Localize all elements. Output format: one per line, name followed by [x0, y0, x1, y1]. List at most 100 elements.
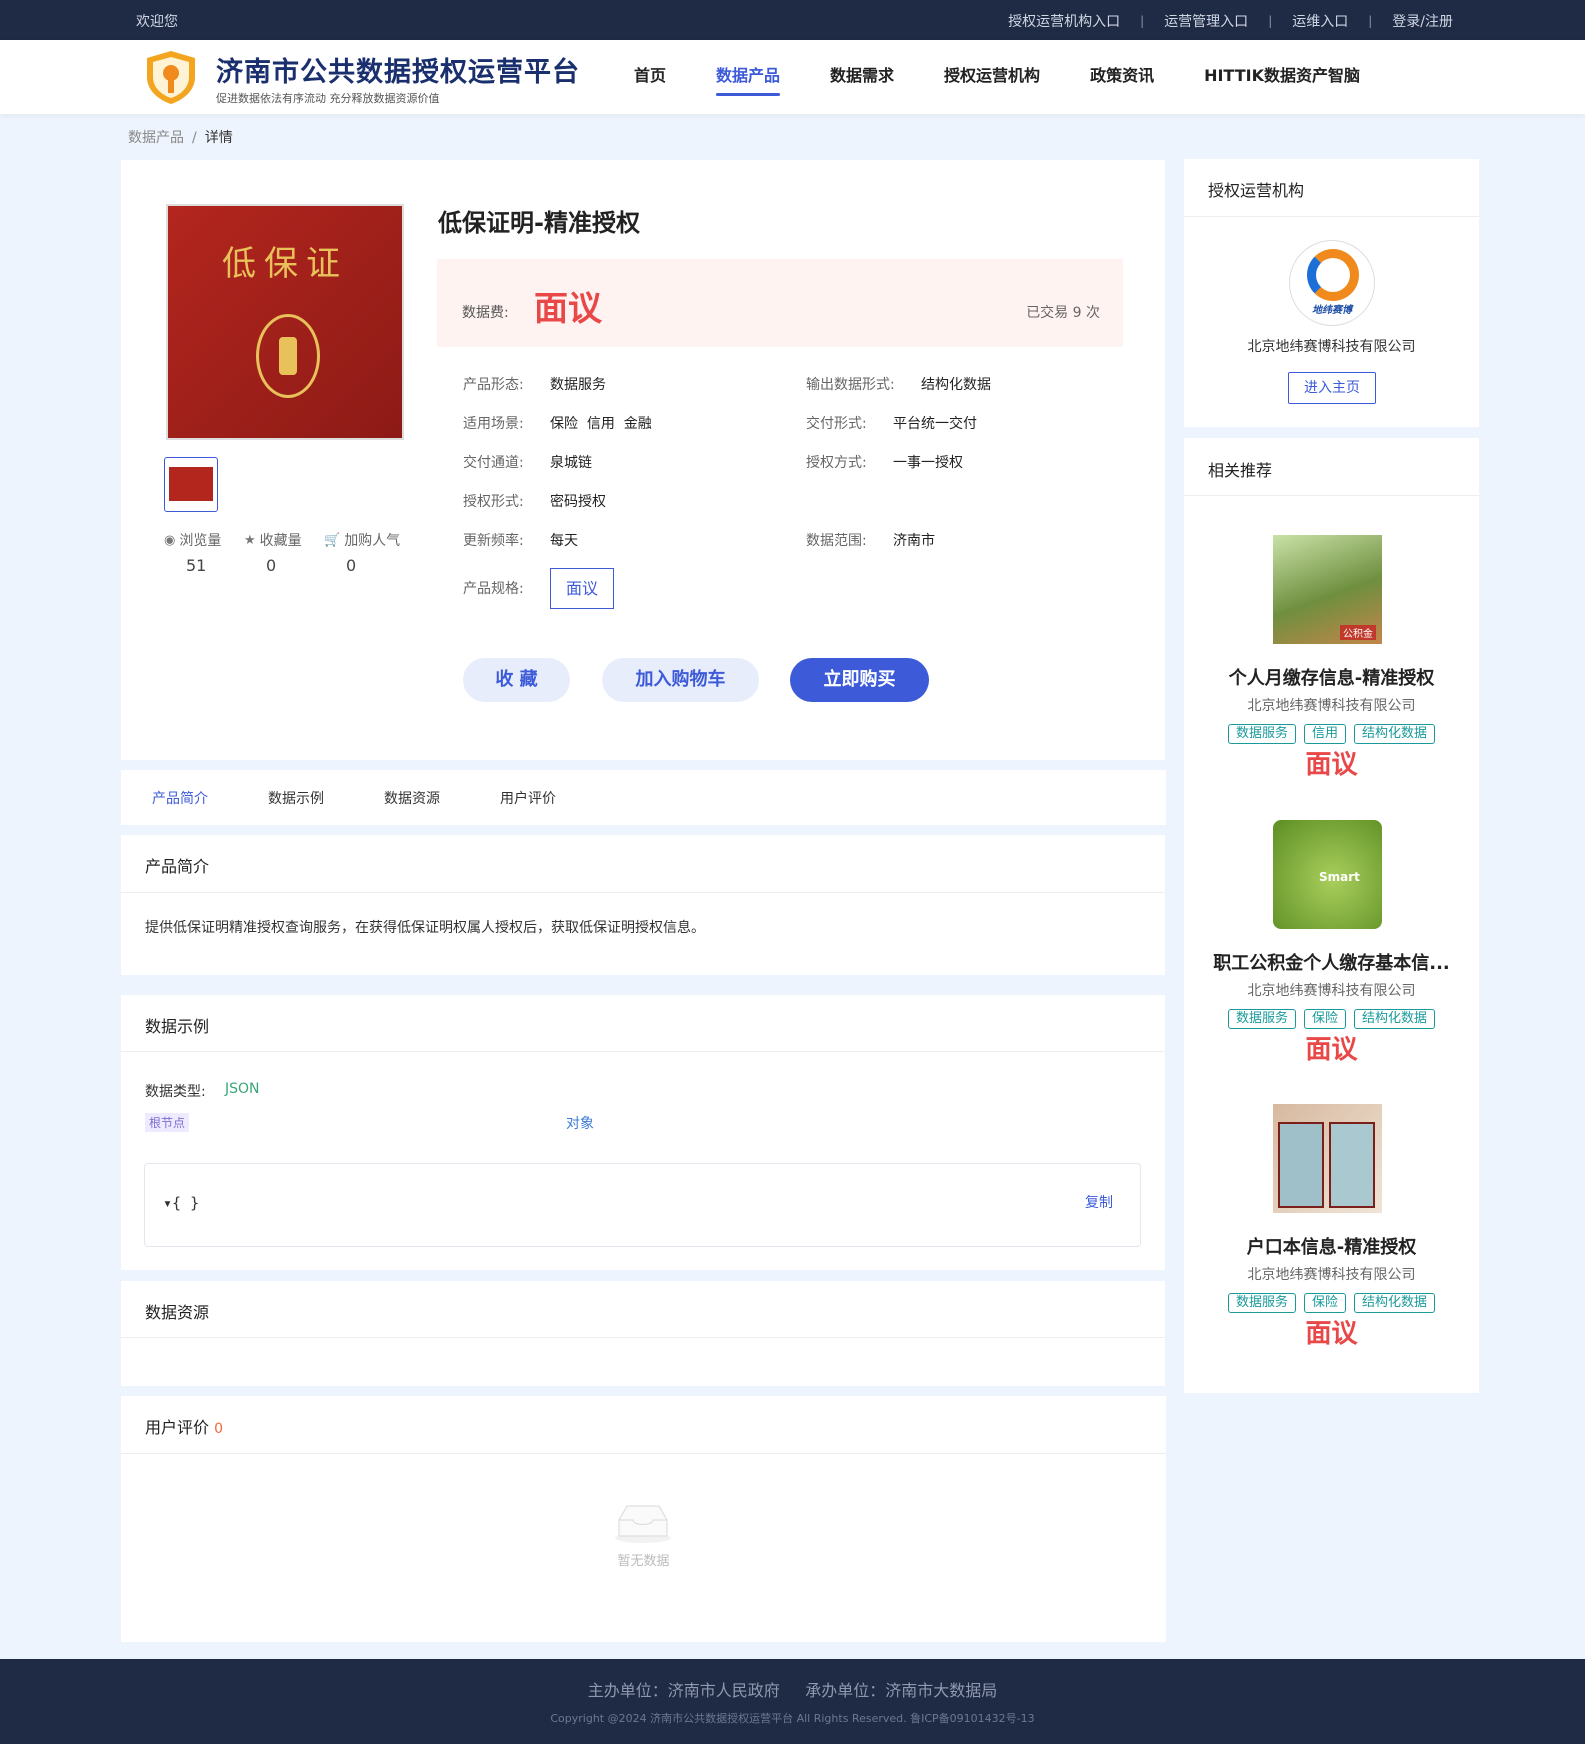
site-subtitle: 促进数据依法有序流动 充分释放数据资源价值 [216, 92, 440, 105]
intro-section: 产品简介 提供低保证明精准授权查询服务，在获得低保证明权属人授权后，获取低保证明… [121, 835, 1165, 975]
rec-item-org: 北京地纬赛博科技有限公司 [1247, 983, 1416, 999]
review-count: 0 [214, 1421, 224, 1437]
site-title[interactable]: 济南市公共数据授权运营平台 [216, 50, 580, 89]
attr-range: 数据范围: 济南市 [806, 533, 935, 549]
nav-data-products[interactable]: 数据产品 [716, 62, 781, 96]
ops-entry-link[interactable]: 运营管理入口 [1164, 11, 1248, 31]
attr-channel: 交付通道: 泉城链 [463, 455, 592, 471]
attr-spec: 产品规格: [463, 581, 524, 597]
spec-option-button[interactable]: 面议 [550, 568, 614, 609]
org-card-title: 授权运营机构 [1208, 181, 1305, 200]
maintenance-entry-link[interactable]: 运维入口 [1292, 11, 1348, 31]
nav-operators[interactable]: 授权运营机构 [944, 62, 1040, 96]
empty-text: 暂无数据 [617, 1554, 670, 1569]
favorite-button[interactable]: 收 藏 [463, 658, 570, 702]
top-bar: 欢迎您 授权运营机构入口 | 运营管理入口 | 运维入口 | 登录/注册 [0, 0, 1585, 40]
resources-title: 数据资源 [145, 1303, 210, 1322]
json-toggle[interactable]: ▾{ } [163, 1194, 199, 1212]
nav-home[interactable]: 首页 [634, 62, 666, 96]
resources-section: 数据资源 [121, 1281, 1165, 1386]
cover-text: 低保证 [222, 244, 348, 284]
rec-item-title[interactable]: 户口本信息-精准授权 [1184, 1233, 1479, 1259]
rec-item-price: 面议 [1305, 1319, 1358, 1349]
nav-policy-news[interactable]: 政策资讯 [1090, 62, 1154, 96]
shield-logo-icon[interactable] [143, 49, 199, 105]
add-to-cart-button[interactable]: 加入购物车 [602, 658, 759, 702]
rec-item-price: 面议 [1305, 1035, 1358, 1065]
attr-auth-form: 授权形式: 密码授权 [463, 494, 606, 510]
stat-favorites: ★ 收藏量 0 [244, 532, 302, 576]
breadcrumb-parent[interactable]: 数据产品 [128, 130, 184, 146]
example-title: 数据示例 [145, 1017, 210, 1036]
rec-item-org: 北京地纬赛博科技有限公司 [1247, 698, 1416, 714]
site-header: 济南市公共数据授权运营平台 促进数据依法有序流动 充分释放数据资源价值 首页 数… [0, 40, 1585, 114]
price-value: 面议 [534, 289, 602, 329]
tab-intro[interactable]: 产品简介 [152, 788, 208, 808]
org-logo[interactable]: 地纬赛博 [1289, 240, 1375, 326]
rec-item[interactable]: Smart 职工公积金个人缴存基本信... 北京地纬赛博科技有限公司 数据服务保… [1184, 820, 1479, 1070]
rec-item-tags: 数据服务 保险 结构化数据 [1184, 1293, 1479, 1313]
recommend-title: 相关推荐 [1208, 461, 1273, 480]
top-links: 授权运营机构入口 | 运营管理入口 | 运维入口 | 登录/注册 [1008, 11, 1453, 31]
product-stats: ◉ 浏览量 51 ★ 收藏量 0 🛒 加购人气 0 [164, 530, 404, 576]
product-thumbnail[interactable] [164, 457, 218, 512]
root-node-tag: 根节点 [145, 1113, 190, 1132]
breadcrumb: 数据产品 / 详情 [128, 130, 233, 146]
footer-organizers: 主办单位：济南市人民政府 承办单位：济南市大数据局 [587, 1681, 998, 1700]
buy-now-button[interactable]: 立即购买 [790, 658, 929, 702]
tab-reviews[interactable]: 用户评价 [500, 788, 556, 808]
detail-tabs: 产品简介 数据示例 数据资源 用户评价 [121, 770, 1166, 825]
stat-cart: 🛒 加购人气 0 [324, 532, 401, 576]
breadcrumb-current: 详情 [204, 130, 233, 146]
site-footer: 主办单位：济南市人民政府 承办单位：济南市大数据局 Copyright @202… [0, 1659, 1585, 1744]
attr-form: 产品形态: 数据服务 [463, 377, 606, 393]
rec-item-tags: 数据服务 信用 结构化数据 [1184, 724, 1479, 744]
org-entry-link[interactable]: 授权运营机构入口 [1008, 11, 1120, 31]
enter-homepage-button[interactable]: 进入主页 [1288, 372, 1376, 404]
attr-frequency: 更新频率: 每天 [463, 533, 578, 549]
rec-item-image[interactable]: Smart [1273, 820, 1382, 929]
rec-item-title[interactable]: 个人月缴存信息-精准授权 [1184, 664, 1479, 690]
trade-count: 已交易 9 次 [1026, 305, 1100, 321]
attr-delivery: 交付形式: 平台统一交付 [806, 416, 977, 432]
star-icon: ★ [244, 532, 256, 548]
intro-title: 产品简介 [145, 857, 210, 876]
json-viewer: ▾{ } 复制 [144, 1163, 1141, 1247]
attr-auth-method: 授权方式: 一事一授权 [806, 455, 963, 471]
nav-data-demand[interactable]: 数据需求 [830, 62, 894, 96]
rec-item-title[interactable]: 职工公积金个人缴存基本信... [1184, 949, 1479, 975]
reviews-section: 用户评价 0 暂无数据 [121, 1396, 1166, 1642]
data-type-value: JSON [225, 1081, 260, 1097]
rec-item-price: 面议 [1305, 750, 1358, 780]
login-register-link[interactable]: 登录/注册 [1392, 11, 1453, 31]
example-section: 数据示例 数据类型: JSON 根节点 对象 ▾{ } 复制 [121, 995, 1165, 1270]
rec-item[interactable]: 户口本信息-精准授权 北京地纬赛博科技有限公司 数据服务 保险 结构化数据 面议 [1184, 1104, 1479, 1354]
reviews-title: 用户评价 0 [145, 1418, 224, 1437]
intro-text: 提供低保证明精准授权查询服务，在获得低保证明权属人授权后，获取低保证明授权信息。 [145, 920, 705, 936]
rec-item-org: 北京地纬赛博科技有限公司 [1247, 1267, 1416, 1283]
price-box: 数据费: 面议 已交易 9 次 [437, 259, 1123, 347]
rec-item-tags: 数据服务 保险 结构化数据 [1184, 1009, 1479, 1029]
product-main-panel: 低保证 ◉ 浏览量 51 ★ 收藏量 0 🛒 加购人气 0 低保证明-精准授权 数据费… [121, 160, 1165, 760]
emblem-icon [256, 314, 320, 398]
welcome-text: 欢迎您 [136, 14, 178, 30]
rec-item[interactable]: 公积金 个人月缴存信息-精准授权 北京地纬赛博科技有限公司 数据服务 信用 结构化数… [1184, 535, 1479, 785]
attr-scene: 适用场景: 保险 信用 金融 [463, 416, 652, 432]
empty-inbox-icon [615, 1505, 671, 1543]
main-nav: 首页 数据产品 数据需求 授权运营机构 政策资讯 HITTIK数据资产智脑 [634, 62, 1410, 96]
product-title: 低保证明-精准授权 [438, 209, 640, 237]
data-type-label: 数据类型: [145, 1084, 206, 1100]
tab-example[interactable]: 数据示例 [268, 788, 324, 808]
attr-output: 输出数据形式: 结构化数据 [806, 377, 991, 393]
org-name: 北京地纬赛博科技有限公司 [1247, 339, 1416, 355]
nav-hittik[interactable]: HITTIK数据资产智脑 [1204, 62, 1360, 96]
cart-icon: 🛒 [324, 532, 341, 548]
rec-item-image[interactable]: 公积金 [1273, 535, 1382, 644]
tab-resources[interactable]: 数据资源 [384, 788, 440, 808]
recommend-card: 相关推荐 公积金 个人月缴存信息-精准授权 北京地纬赛博科技有限公司 数据服务信… [1184, 438, 1479, 1393]
rec-item-image[interactable] [1273, 1104, 1382, 1213]
copy-button[interactable]: 复制 [1085, 1192, 1113, 1212]
eye-icon: ◉ [164, 532, 176, 548]
footer-copyright: Copyright @2024 济南市公共数据授权运营平台 All Rights… [550, 1712, 1035, 1725]
org-card: 授权运营机构 地纬赛博 北京地纬赛博科技有限公司 进入主页 [1184, 159, 1479, 427]
